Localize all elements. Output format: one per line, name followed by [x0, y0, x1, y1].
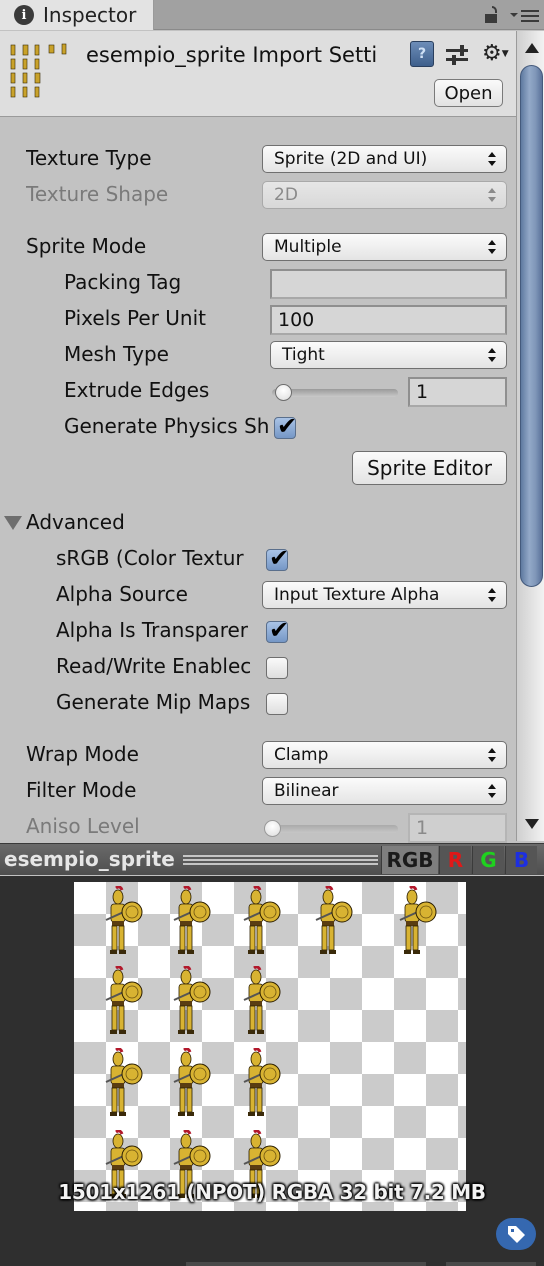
pixels-per-unit-input[interactable]: 100 [270, 305, 507, 335]
sprite-editor-button[interactable]: Sprite Editor [352, 451, 507, 485]
sprite-frame [243, 886, 281, 954]
tab-bar: i Inspector [0, 0, 544, 30]
import-settings-title: esempio_sprite Import Setti [86, 43, 378, 67]
bottom-divider [186, 1262, 426, 1266]
menu-icon[interactable] [510, 9, 540, 23]
generate-physics-shape-label: Generate Physics Sh [64, 414, 270, 438]
sprite-frame [105, 886, 143, 954]
texture-shape-value: 2D [274, 185, 298, 205]
lock-icon[interactable] [484, 6, 500, 24]
aniso-level-slider [264, 825, 398, 833]
texture-type-dropdown[interactable]: Sprite (2D and UI) [262, 145, 507, 173]
sprite-frame [243, 1048, 281, 1116]
channel-b-button[interactable]: B [505, 846, 537, 874]
dropdown-arrows-icon [488, 240, 496, 254]
import-settings-header: esempio_sprite Import Setti ? ⚙▼ Open [0, 31, 516, 117]
aniso-level-input: 1 [408, 813, 507, 843]
texture-info: 1501x1261 (NPOT) RGBA 32 bit 7.2 MB [58, 1180, 486, 1204]
texture-type-label: Texture Type [26, 146, 152, 170]
channel-g-button[interactable]: G [472, 846, 504, 874]
alpha-source-label: Alpha Source [56, 582, 188, 606]
srgb-label: sRGB (Color Textur [56, 546, 244, 570]
dropdown-arrows-icon [488, 588, 496, 602]
aniso-level-slider-knob [264, 820, 281, 837]
help-icon[interactable]: ? [410, 41, 434, 67]
texture-type-value: Sprite (2D and UI) [274, 149, 428, 169]
scroll-down-arrow-icon[interactable] [525, 819, 539, 829]
scrollbar-thumb[interactable] [520, 65, 543, 587]
scroll-up-arrow-icon[interactable] [525, 43, 539, 53]
tag-icon [508, 1226, 525, 1243]
srgb-checkbox[interactable]: ✔ [266, 544, 289, 572]
read-write-enabled-checkbox[interactable] [266, 657, 288, 679]
sprite-frame [173, 1048, 211, 1116]
info-icon: i [14, 5, 34, 25]
sprite-mode-dropdown[interactable]: Multiple [262, 233, 507, 261]
alpha-is-transparency-checkbox[interactable]: ✔ [266, 616, 289, 644]
tab-label: Inspector [43, 3, 137, 27]
channel-r-button[interactable]: R [439, 846, 471, 874]
mesh-type-value: Tight [282, 345, 325, 365]
filter-mode-value: Bilinear [274, 781, 339, 801]
preview-toolbar: esempio_sprite RGB R G B [0, 843, 544, 875]
alpha-source-value: Input Texture Alpha [274, 585, 440, 605]
wrap-mode-label: Wrap Mode [26, 742, 139, 766]
read-write-enabled-label: Read/Write Enablec [56, 654, 252, 678]
generate-physics-shape-checkbox[interactable]: ✔ [274, 412, 297, 440]
packing-tag-label: Packing Tag [64, 270, 182, 294]
dropdown-arrows-icon [488, 784, 496, 798]
checkmark-icon: ✔ [269, 544, 290, 572]
texture-shape-dropdown: 2D [262, 181, 507, 209]
preview-title: esempio_sprite [4, 847, 175, 871]
open-button[interactable]: Open [434, 79, 503, 107]
alpha-is-transparency-label: Alpha Is Transparer [56, 618, 249, 642]
mesh-type-label: Mesh Type [64, 342, 169, 366]
sprite-mode-value: Multiple [274, 237, 342, 257]
dropdown-arrows-icon [488, 348, 496, 362]
dropdown-arrows-icon [488, 188, 496, 202]
sprite-frame [173, 966, 211, 1034]
sprite-sheet-preview [74, 882, 466, 1211]
sprite-frame [399, 886, 437, 954]
dropdown-arrows-icon [488, 152, 496, 166]
aniso-level-label: Aniso Level [26, 814, 140, 838]
sprite-frame [173, 886, 211, 954]
sprite-mode-label: Sprite Mode [26, 234, 147, 258]
channel-rgb-button[interactable]: RGB [381, 846, 438, 874]
bottom-divider [446, 1262, 536, 1266]
sprite-frame [243, 966, 281, 1034]
wrap-mode-dropdown[interactable]: Clamp [262, 741, 507, 769]
preset-icon[interactable] [446, 45, 468, 65]
extrude-edges-label: Extrude Edges [64, 378, 210, 402]
pixels-per-unit-label: Pixels Per Unit [64, 306, 206, 330]
wrap-mode-value: Clamp [274, 745, 329, 765]
alpha-source-dropdown[interactable]: Input Texture Alpha [262, 581, 507, 609]
inspector-scrollbar[interactable] [516, 31, 544, 841]
dropdown-arrows-icon [488, 748, 496, 762]
sprite-thumbnail [10, 43, 67, 98]
mesh-type-dropdown[interactable]: Tight [270, 341, 507, 369]
sprite-frame [105, 966, 143, 1034]
packing-tag-input[interactable] [270, 269, 507, 299]
sprite-frame [315, 886, 353, 954]
generate-mip-maps-checkbox[interactable] [266, 693, 288, 715]
extrude-edges-input[interactable]: 1 [408, 377, 507, 407]
checkmark-icon: ✔ [269, 616, 290, 644]
extrude-edges-slider-knob[interactable] [275, 384, 293, 401]
texture-shape-label: Texture Shape [26, 182, 169, 206]
preview-resize-grip[interactable] [183, 855, 378, 865]
filter-mode-dropdown[interactable]: Bilinear [262, 777, 507, 805]
sprite-frame [105, 1048, 143, 1116]
checkmark-icon: ✔ [277, 412, 298, 440]
asset-label-button[interactable] [496, 1218, 536, 1250]
gear-icon[interactable]: ⚙▼ [482, 41, 509, 67]
filter-mode-label: Filter Mode [26, 778, 137, 802]
advanced-foldout-label[interactable]: Advanced [26, 510, 125, 534]
texture-preview: 1501x1261 (NPOT) RGBA 32 bit 7.2 MB [0, 876, 544, 1266]
generate-mip-maps-label: Generate Mip Maps [56, 690, 251, 714]
foldout-arrow-icon[interactable] [4, 516, 22, 530]
tab-inspector[interactable]: i Inspector [0, 0, 154, 30]
